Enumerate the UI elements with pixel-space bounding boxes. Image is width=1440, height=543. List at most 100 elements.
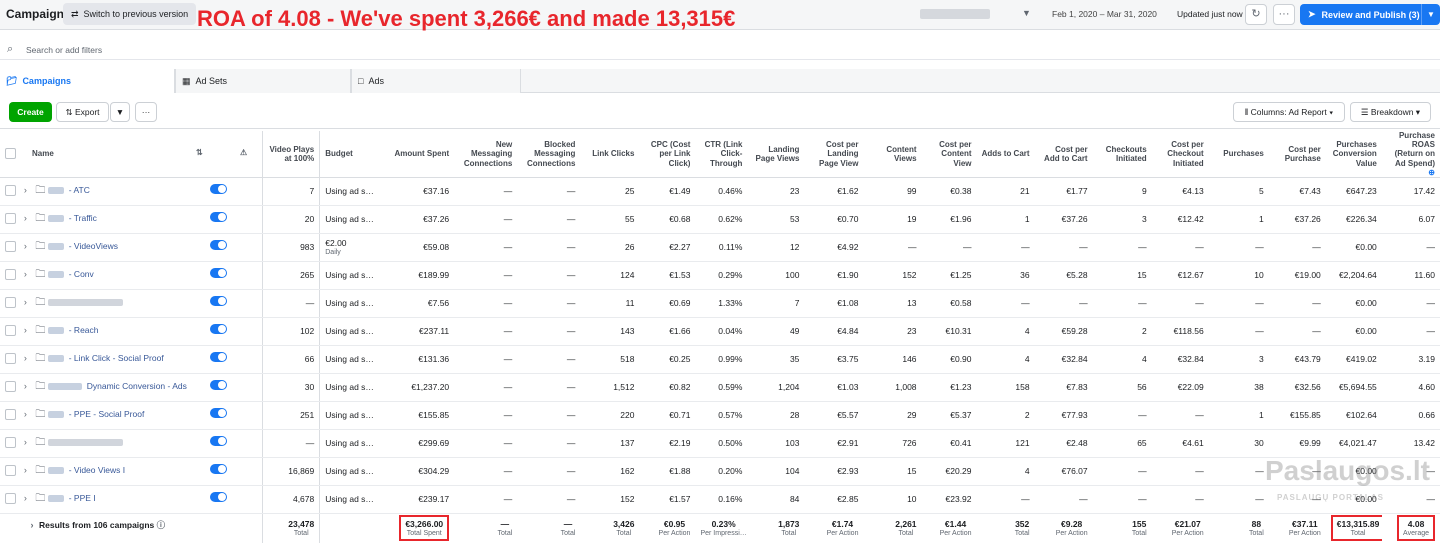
info-icon[interactable]: ⓘ: [157, 520, 166, 530]
campaign-name-link[interactable]: - Traffic: [66, 213, 97, 223]
row-checkbox[interactable]: [5, 381, 16, 393]
more-actions-button[interactable]: ···: [135, 102, 157, 122]
add-column-icon[interactable]: ⊕: [1428, 168, 1435, 177]
campaign-name-cell[interactable]: › 🗀︎ - Reach: [0, 317, 264, 346]
sort-icon[interactable]: ⇅: [196, 148, 203, 157]
switch-version-button[interactable]: ⇄ Switch to previous version: [63, 3, 197, 25]
column-header[interactable]: Cost per Purchase: [1268, 131, 1326, 178]
chevron-right-icon[interactable]: ›: [18, 437, 32, 447]
column-header[interactable]: Blocked Messaging Connections: [517, 131, 581, 178]
chevron-right-icon[interactable]: ›: [18, 241, 32, 251]
campaign-toggle[interactable]: [210, 295, 227, 306]
table-row[interactable]: › 🗀︎ — Using ad s… €7.56 — — 11 €0.69 1.33% 7 €1.08…: [0, 289, 1440, 318]
chevron-right-icon[interactable]: ›: [18, 353, 32, 363]
column-header[interactable]: Budget: [319, 131, 382, 178]
table-row[interactable]: › 🗀︎ - Reach 102 Using ad s… €237.11 — — 143 €1.…: [0, 317, 1440, 346]
campaign-name-cell[interactable]: › 🗀︎ - PPE - Social Proof: [0, 401, 264, 430]
row-checkbox[interactable]: [5, 437, 16, 449]
column-header[interactable]: Purchase ROAS (Return on Ad Spend) ⊕: [1381, 131, 1440, 178]
campaign-name-link[interactable]: - Reach: [66, 325, 99, 335]
date-range-picker[interactable]: Feb 1, 2020 – Mar 31, 2020: [1052, 9, 1157, 19]
tab-ad-sets[interactable]: ▦ Ad Sets: [175, 69, 351, 93]
more-options-button[interactable]: ···: [1273, 4, 1295, 25]
campaign-name-link[interactable]: - ATC: [66, 185, 90, 195]
search-input[interactable]: Search or add filters: [26, 45, 102, 55]
campaign-toggle[interactable]: [210, 463, 227, 474]
chevron-right-icon[interactable]: ›: [18, 297, 32, 307]
column-header[interactable]: Purchases Conversion Value: [1325, 131, 1382, 178]
row-checkbox[interactable]: [5, 269, 16, 281]
campaign-name-link[interactable]: - Conv: [66, 269, 94, 279]
column-header[interactable]: Cost per Content View: [921, 131, 977, 178]
chevron-down-icon[interactable]: ▼: [1022, 8, 1031, 18]
campaign-name-link[interactable]: - VideoViews: [66, 241, 118, 251]
table-row[interactable]: › 🗀︎ - ATC 7 Using ad s… €37.16 — — 25 €1.49 0.46…: [0, 177, 1440, 206]
column-header[interactable]: Adds to Cart: [976, 131, 1035, 178]
campaign-toggle[interactable]: [210, 183, 227, 194]
create-button[interactable]: Create: [9, 102, 52, 122]
chevron-right-icon[interactable]: ›: [18, 213, 32, 223]
row-checkbox[interactable]: [5, 409, 16, 421]
table-row[interactable]: › 🗀︎ - Link Click - Social Proof 66 Using a…: [0, 345, 1440, 374]
column-header[interactable]: CTR (Link Click-Through: [695, 131, 748, 178]
column-header[interactable]: Content Views: [863, 131, 922, 178]
search-bar[interactable]: ⌕ Search or add filters: [0, 40, 1440, 60]
tab-campaigns[interactable]: 📁︎ Campaigns: [0, 69, 175, 93]
chevron-right-icon[interactable]: ›: [18, 493, 32, 503]
row-checkbox[interactable]: [5, 297, 16, 309]
column-header[interactable]: Cost per Landing Page View: [804, 131, 864, 178]
chevron-right-icon[interactable]: ›: [18, 381, 32, 391]
campaign-name-cell[interactable]: › 🗀︎ - Conv: [0, 261, 264, 290]
campaign-name-cell[interactable]: › 🗀︎ - ATC: [0, 177, 264, 206]
row-checkbox[interactable]: [5, 353, 16, 365]
select-all-checkbox[interactable]: [5, 148, 16, 160]
column-header[interactable]: Video Plays at 100%: [262, 131, 321, 178]
table-row[interactable]: › 🗀︎ Dynamic Conversion - Ads 30 Using ad s…: [0, 373, 1440, 402]
tab-ads[interactable]: □ Ads: [351, 69, 521, 93]
column-header[interactable]: Cost per Checkout Initiated: [1151, 131, 1209, 178]
row-checkbox[interactable]: [5, 213, 16, 225]
campaign-name-link[interactable]: - Link Click - Social Proof: [66, 353, 164, 363]
campaign-name-link[interactable]: Dynamic Conversion - Ads: [84, 381, 187, 391]
review-publish-button[interactable]: ➤ Review and Publish (3) ▼: [1300, 4, 1440, 25]
chevron-right-icon[interactable]: ›: [18, 465, 32, 475]
table-row[interactable]: › 🗀︎ - Traffic 20 Using ad s… €37.26 — — 55 €0.6…: [0, 205, 1440, 234]
campaign-name-cell[interactable]: › 🗀︎ - VideoViews: [0, 233, 264, 262]
export-button[interactable]: ⇅ Export: [56, 102, 109, 122]
campaign-name-cell[interactable]: › 🗀︎ Dynamic Conversion - Ads: [0, 373, 264, 402]
row-checkbox[interactable]: [5, 185, 16, 197]
campaign-toggle[interactable]: [210, 379, 227, 390]
row-checkbox[interactable]: [5, 325, 16, 337]
chevron-down-icon[interactable]: ▼: [1422, 10, 1440, 19]
account-selector-redacted[interactable]: [920, 9, 990, 19]
column-header[interactable]: Checkouts Initiated: [1092, 131, 1152, 178]
campaign-toggle[interactable]: [210, 435, 227, 446]
campaign-name-cell[interactable]: › 🗀︎ - PPE I: [0, 485, 264, 514]
campaign-toggle[interactable]: [210, 407, 227, 418]
table-row[interactable]: › 🗀︎ - PPE - Social Proof 251 Using ad s… €1…: [0, 401, 1440, 430]
table-row[interactable]: › 🗀︎ - VideoViews 983 €2.00 Daily €59.08 — — 26 €…: [0, 233, 1440, 262]
breakdown-dropdown[interactable]: ☰ Breakdown ▾: [1350, 102, 1431, 122]
table-row[interactable]: › 🗀︎ — Using ad s… €299.69 — — 137 €2.19 0.50% 103…: [0, 429, 1440, 458]
chevron-right-icon[interactable]: ›: [18, 409, 32, 419]
campaign-name-link[interactable]: - Video Views I: [66, 465, 125, 475]
campaign-name-cell[interactable]: › 🗀︎: [0, 289, 264, 318]
chevron-right-icon[interactable]: ›: [18, 269, 32, 279]
row-checkbox[interactable]: [5, 493, 16, 505]
campaign-name-cell[interactable]: › 🗀︎ - Link Click - Social Proof: [0, 345, 264, 374]
table-row[interactable]: › 🗀︎ - Video Views I 16,869 Using ad s… €304…: [0, 457, 1440, 486]
column-header[interactable]: Link Clicks: [580, 131, 640, 178]
campaign-toggle[interactable]: [210, 491, 227, 502]
chevron-right-icon[interactable]: ›: [25, 520, 39, 530]
column-header[interactable]: Cost per Add to Cart: [1034, 131, 1093, 178]
columns-dropdown[interactable]: ⫴ Columns: Ad Report ▾: [1233, 102, 1345, 122]
campaign-toggle[interactable]: [210, 239, 227, 250]
table-row[interactable]: › 🗀︎ - Conv 265 Using ad s… €189.99 — — 124 €1.5…: [0, 261, 1440, 290]
campaign-toggle[interactable]: [210, 323, 227, 334]
campaign-toggle[interactable]: [210, 351, 227, 362]
campaign-name-link[interactable]: - PPE - Social Proof: [66, 409, 145, 419]
campaign-toggle[interactable]: [210, 211, 227, 222]
campaign-name-cell[interactable]: › 🗀︎ - Video Views I: [0, 457, 264, 486]
campaign-name-cell[interactable]: › 🗀︎ - Traffic: [0, 205, 264, 234]
column-header[interactable]: Landing Page Views: [747, 131, 805, 178]
